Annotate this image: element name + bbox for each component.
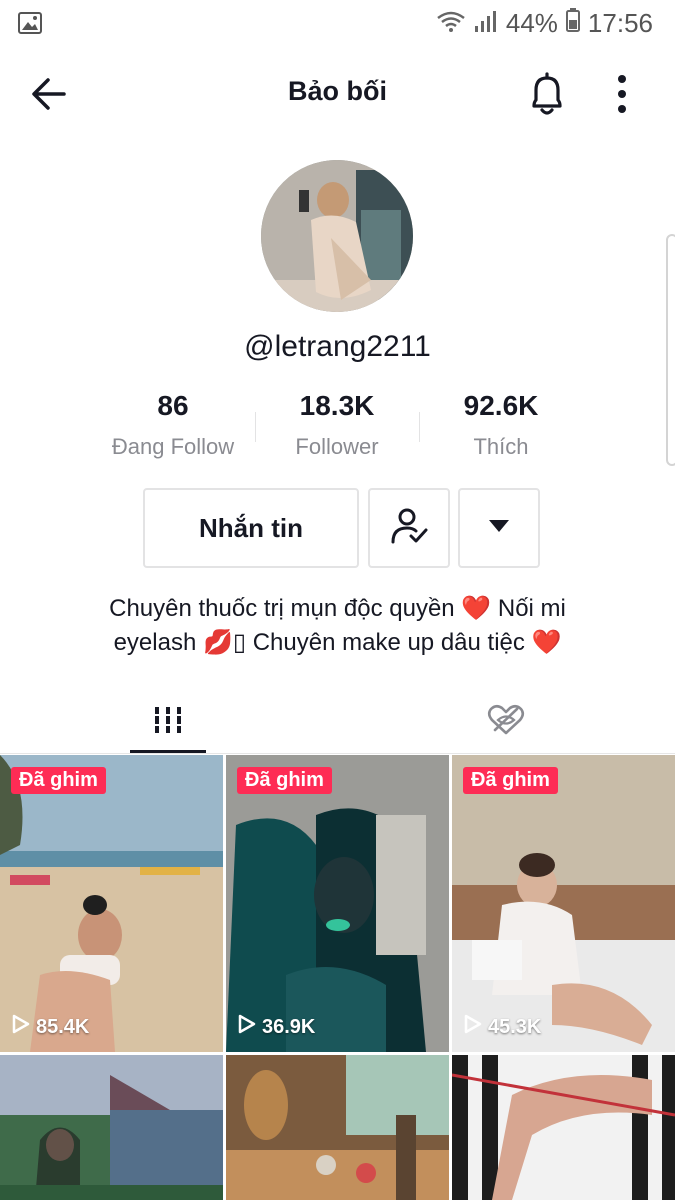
video-tile[interactable]: Đã ghim 36.9K	[226, 755, 449, 1052]
message-button[interactable]: Nhắn tin	[143, 488, 359, 568]
suggested-dropdown-button[interactable]	[458, 488, 540, 568]
caret-down-icon	[488, 519, 510, 538]
followers-label: Follower	[295, 434, 379, 459]
status-right: 44% 17:56	[436, 8, 653, 39]
video-tile[interactable]	[226, 1055, 449, 1200]
signal-icon	[474, 8, 498, 39]
gallery-icon	[18, 12, 42, 39]
video-tile[interactable]	[452, 1055, 675, 1200]
followers-count: 18.3K	[299, 390, 375, 421]
page-title: Bảo bối	[288, 76, 387, 106]
battery-percent: 44%	[505, 8, 558, 38]
tab-videos[interactable]	[130, 690, 206, 754]
stat-followers[interactable]: 18.3K Follower	[247, 390, 427, 460]
following-label: Đang Follow	[111, 434, 235, 459]
stat-likes[interactable]: 92.6K Thích	[411, 390, 591, 460]
tab-divider	[0, 753, 675, 754]
grid-icon	[153, 705, 183, 740]
video-thumbnail	[452, 1055, 675, 1200]
video-thumbnail	[226, 755, 449, 1052]
video-thumbnail	[0, 1055, 223, 1200]
message-button-label: Nhắn tin	[199, 512, 303, 543]
battery-icon	[565, 8, 580, 39]
video-thumbnail	[452, 755, 675, 1052]
stat-following[interactable]: 86 Đang Follow	[83, 390, 263, 460]
status-bar: 44% 17:56	[0, 0, 675, 48]
video-tile[interactable]	[0, 1055, 223, 1200]
video-thumbnail	[0, 755, 223, 1052]
liked-hidden-icon	[487, 703, 525, 742]
bio: Chuyên thuốc trị mụn độc quyền ❤️ Nối mi…	[40, 592, 635, 660]
view-count-label: 36.9K	[262, 1015, 316, 1038]
view-count: 36.9K	[238, 1014, 315, 1040]
video-tile[interactable]: Đã ghim 85.4K	[0, 755, 223, 1052]
view-count-label: 85.4K	[36, 1015, 90, 1038]
pinned-badge: Đã ghim	[463, 767, 558, 794]
bell-icon[interactable]	[526, 72, 568, 118]
wifi-icon	[436, 8, 466, 39]
tab-liked[interactable]	[468, 690, 544, 754]
pinned-badge: Đã ghim	[11, 767, 106, 794]
bio-line-1: Chuyên thuốc trị mụn độc quyền ❤️ Nối mi	[109, 595, 566, 622]
play-icon	[464, 1014, 482, 1040]
video-tile[interactable]: Đã ghim 45.3K	[452, 755, 675, 1052]
likes-count: 92.6K	[463, 390, 539, 421]
play-icon	[238, 1014, 256, 1040]
bio-line-2: eyelash 💋▯ Chuyên make up dâu tiệc ❤️	[113, 629, 562, 656]
username: @letrang2211	[244, 330, 431, 363]
play-icon	[12, 1014, 30, 1040]
pinned-badge: Đã ghim	[237, 767, 332, 794]
user-check-icon	[389, 506, 429, 551]
more-vertical-icon[interactable]	[608, 72, 636, 118]
view-count: 45.3K	[464, 1014, 541, 1040]
friends-button[interactable]	[368, 488, 450, 568]
video-thumbnail	[226, 1055, 449, 1200]
view-count: 85.4K	[12, 1014, 89, 1040]
following-count: 86	[157, 390, 189, 421]
likes-label: Thích	[473, 434, 529, 459]
clock: 17:56	[587, 8, 653, 38]
profile-header: Bảo bối	[0, 58, 675, 130]
view-count-label: 45.3K	[488, 1015, 542, 1038]
avatar[interactable]	[261, 160, 413, 312]
